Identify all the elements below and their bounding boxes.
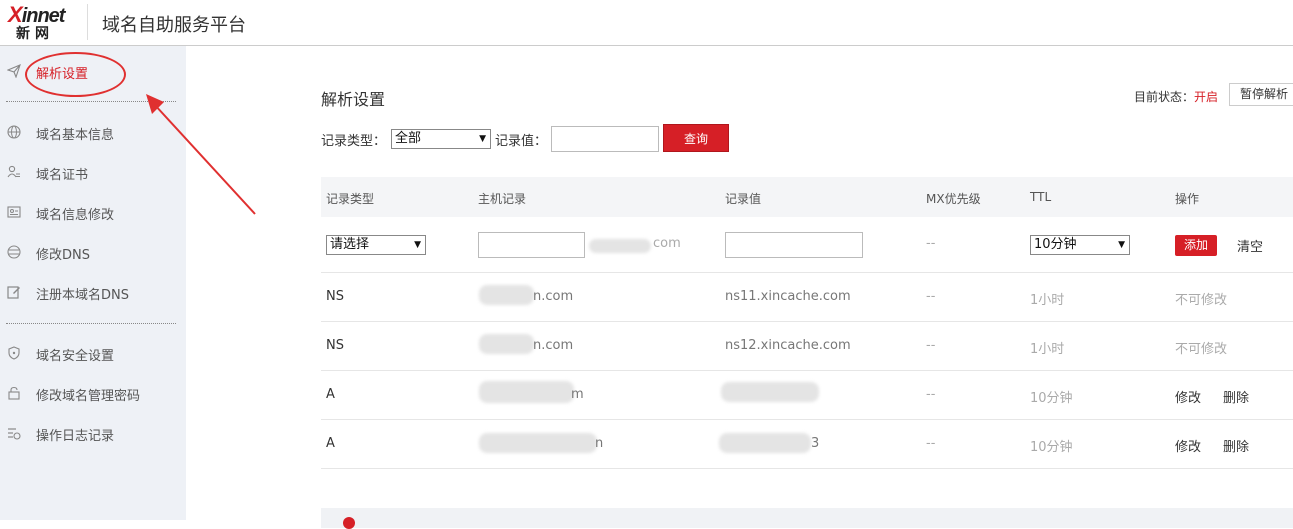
record-type-select[interactable]: 全部 ▼ <box>391 129 491 149</box>
host-cell: n <box>595 436 604 451</box>
sidebar-item-password[interactable]: 修改域名管理密码 <box>0 376 186 412</box>
table-row: A n 3 -- 10分钟 修改 删除 <box>321 419 1293 469</box>
record-type-cell: A <box>326 387 335 402</box>
user-certificate-icon <box>7 165 21 179</box>
redacted-value <box>719 433 811 453</box>
edit-record-link[interactable]: 修改 <box>1175 387 1201 406</box>
action-cell: 不可修改 <box>1175 342 1228 357</box>
column-header: MX优先级 <box>926 192 981 206</box>
ttl-cell: 1小时 <box>1030 293 1065 308</box>
mx-cell: -- <box>926 436 936 451</box>
column-header: 记录类型 <box>326 192 375 206</box>
annotation-ellipse <box>25 52 126 97</box>
delete-record-link[interactable]: 删除 <box>1223 436 1249 455</box>
main-content: 解析设置 目前状态：开启 暂停解析 记录类型： 全部 ▼ 记录值： 查询 记录类型… <box>186 46 1293 529</box>
dropdown-arrow-icon: ▼ <box>1118 240 1125 250</box>
mx-cell: -- <box>926 387 936 402</box>
lock-icon <box>7 386 21 400</box>
dropdown-arrow-icon: ▼ <box>479 134 486 144</box>
redacted-value <box>721 382 819 402</box>
redacted-domain <box>589 239 651 253</box>
query-button[interactable]: 查询 <box>663 124 729 152</box>
value-cell: ns12.xincache.com <box>725 338 851 353</box>
column-header: TTL <box>1030 190 1052 204</box>
shield-icon <box>7 346 21 360</box>
sidebar-item-label: 域名安全设置 <box>36 349 115 364</box>
sidebar-item-label: 修改DNS <box>36 248 90 263</box>
status-badge: 开启 <box>1194 90 1219 104</box>
table-header: 记录类型 主机记录 记录值 MX优先级 TTL 操作 <box>321 177 1293 217</box>
sidebar-item-label: 注册本域名DNS <box>36 288 129 303</box>
ttl-select[interactable]: 10分钟 ▼ <box>1030 235 1130 255</box>
sidebar-item-label: 修改域名管理密码 <box>36 389 141 404</box>
ttl-cell: 10分钟 <box>1030 391 1073 406</box>
column-header: 主机记录 <box>478 192 527 206</box>
sidebar-item-label: 操作日志记录 <box>36 429 115 444</box>
record-value-input[interactable] <box>551 126 659 152</box>
new-record-row: 请选择 ▼ com -- 10分钟 ▼ 添加 清空 <box>321 217 1293 273</box>
pause-resolution-button[interactable]: 暂停解析 <box>1229 83 1293 106</box>
log-list-icon <box>7 426 21 440</box>
sidebar-item-modify-dns[interactable]: 修改DNS <box>0 235 186 271</box>
top-header: Xinnet 新网 域名自助服务平台 <box>0 0 1293 46</box>
platform-title: 域名自助服务平台 <box>102 15 246 36</box>
mx-priority: -- <box>926 236 936 251</box>
record-type-cell: A <box>326 436 335 451</box>
action-cell: 不可修改 <box>1175 293 1228 308</box>
ttl-cell: 1小时 <box>1030 342 1065 357</box>
sidebar-item-logs[interactable]: 操作日志记录 <box>0 416 186 452</box>
resolution-status: 目前状态：开启 <box>1134 90 1219 104</box>
header-divider <box>87 4 88 40</box>
record-type-label: 记录类型： <box>321 134 387 149</box>
bottom-notice-bar <box>321 508 1293 529</box>
record-type-cell: NS <box>326 338 344 353</box>
sidebar-item-label: 域名基本信息 <box>36 128 115 143</box>
host-cell: n.com <box>533 289 574 304</box>
host-cell: m <box>571 387 584 402</box>
edit-icon <box>7 285 21 299</box>
mx-cell: -- <box>926 338 936 353</box>
edit-record-link[interactable]: 修改 <box>1175 436 1201 455</box>
clear-button[interactable]: 清空 <box>1237 236 1263 255</box>
sidebar-item-label: 域名证书 <box>36 168 89 183</box>
dropdown-arrow-icon: ▼ <box>414 240 421 250</box>
new-record-type-select[interactable]: 请选择 ▼ <box>326 235 426 255</box>
add-record-button[interactable]: 添加 <box>1175 235 1217 256</box>
record-value-label: 记录值： <box>495 134 548 149</box>
notice-icon <box>343 517 355 529</box>
ttl-cell: 10分钟 <box>1030 440 1073 455</box>
table-row: A m -- 10分钟 修改 删除 <box>321 370 1293 420</box>
host-cell: n.com <box>533 338 574 353</box>
delete-record-link[interactable]: 删除 <box>1223 387 1249 406</box>
column-header: 操作 <box>1175 192 1200 206</box>
xinnet-logo[interactable]: Xinnet 新网 <box>6 2 76 42</box>
globe-icon <box>7 125 21 139</box>
dns-globe-icon <box>7 245 21 259</box>
domain-suffix: com <box>653 236 681 251</box>
value-cell: 3 <box>811 436 820 451</box>
sidebar-item-label: 域名信息修改 <box>36 208 115 223</box>
page-title: 解析设置 <box>321 90 386 109</box>
host-record-input[interactable] <box>478 232 585 258</box>
id-card-icon <box>7 205 21 219</box>
redacted-host <box>479 381 574 403</box>
sidebar-divider <box>6 323 176 324</box>
redacted-host <box>479 285 534 305</box>
record-value-field[interactable] <box>725 232 863 258</box>
redacted-host <box>479 334 534 354</box>
record-type-cell: NS <box>326 289 344 304</box>
redacted-host <box>479 433 597 453</box>
table-row: NS n.com ns12.xincache.com -- 1小时 不可修改 <box>321 321 1293 371</box>
send-icon <box>7 64 21 78</box>
value-cell: ns11.xincache.com <box>725 289 851 304</box>
mx-cell: -- <box>926 289 936 304</box>
sidebar-item-security[interactable]: 域名安全设置 <box>0 336 186 372</box>
sidebar-item-register-dns[interactable]: 注册本域名DNS <box>0 275 186 311</box>
table-row: NS n.com ns11.xincache.com -- 1小时 不可修改 <box>321 272 1293 322</box>
column-header: 记录值 <box>725 192 762 206</box>
